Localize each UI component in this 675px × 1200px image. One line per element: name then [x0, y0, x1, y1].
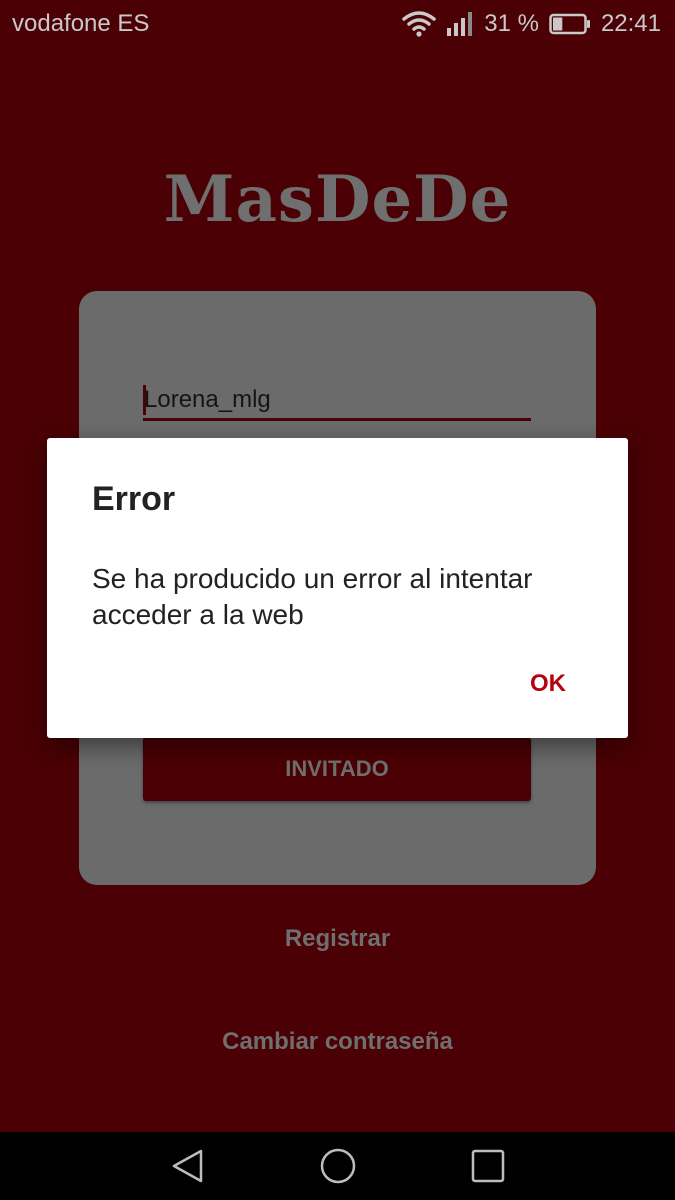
battery-icon	[549, 13, 591, 35]
username-input[interactable]: Lorena_mlg	[143, 379, 531, 421]
ok-button[interactable]: OK	[530, 670, 566, 698]
dialog-title: Error	[92, 480, 176, 518]
change-password-link[interactable]: Cambiar contraseña	[0, 1028, 675, 1056]
text-caret	[143, 385, 146, 415]
username-value: Lorena_mlg	[144, 386, 271, 413]
error-dialog: Error Se ha producido un error al intent…	[47, 438, 628, 738]
home-icon[interactable]	[318, 1146, 358, 1186]
status-bar: vodafone ES 31 % 22:41	[0, 0, 675, 48]
clock: 22:41	[600, 10, 661, 37]
signal-icon	[446, 11, 474, 37]
carrier-name: vodafone ES	[12, 10, 150, 37]
dialog-message: Se ha producido un error al intentar acc…	[92, 563, 533, 630]
recents-icon[interactable]	[468, 1146, 508, 1186]
wifi-icon	[402, 10, 436, 38]
screen: vodafone ES 31 % 22:41 MasDeDe Lorena_ml…	[0, 0, 675, 1200]
back-icon[interactable]	[168, 1146, 208, 1186]
app-logo: MasDeDe	[163, 162, 512, 237]
status-indicators: 31 % 22:41	[402, 8, 661, 40]
battery-percent: 31 %	[484, 10, 539, 37]
navigation-bar	[0, 1132, 675, 1200]
register-link[interactable]: Registrar	[0, 925, 675, 953]
guest-button[interactable]: INVITADO	[143, 737, 531, 801]
